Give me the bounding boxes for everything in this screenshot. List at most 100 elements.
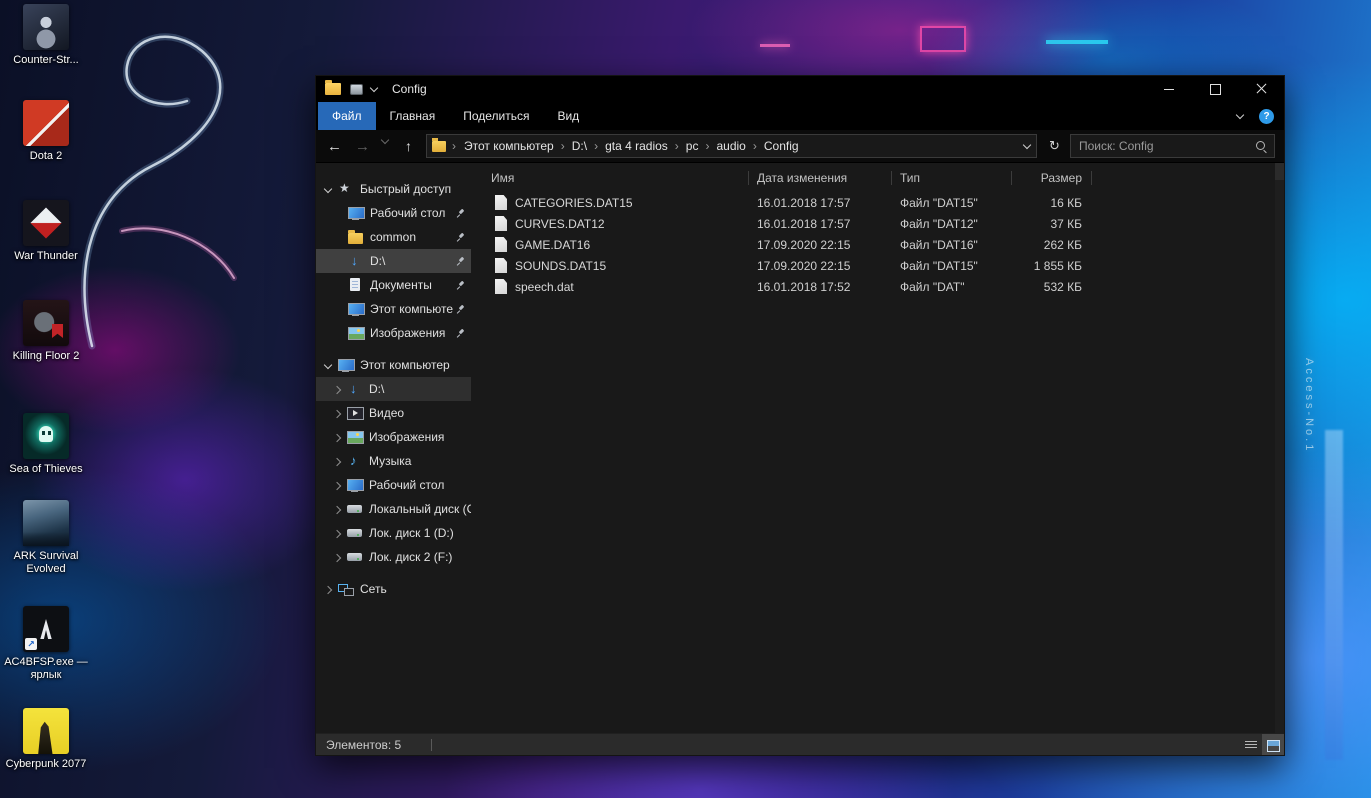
- quick-access-toolbar-icon[interactable]: [350, 83, 363, 95]
- desktop-icon[interactable]: Sea of Thieves: [2, 413, 90, 476]
- sidebar-item[interactable]: Локальный диск (C: [316, 497, 471, 521]
- sidebar-item[interactable]: Рабочий стол: [316, 201, 471, 225]
- address-dropdown-chevron-icon[interactable]: [1020, 139, 1034, 153]
- desktop-icon[interactable]: ARK Survival Evolved: [2, 500, 90, 576]
- address-bar[interactable]: Этот компьютер D:\ gta 4 radios pc audio…: [426, 134, 1037, 158]
- forward-button[interactable]: [350, 134, 375, 159]
- maximize-button[interactable]: [1192, 76, 1238, 102]
- file-row[interactable]: CURVES.DAT12 16.01.2018 17:57 Файл "DAT1…: [471, 213, 1275, 234]
- wallpaper-sign-text: Access-No.1: [1303, 358, 1315, 454]
- sidebar-item[interactable]: Изображения: [316, 321, 471, 345]
- desktop-icon[interactable]: Killing Floor 2: [2, 300, 90, 363]
- folder-icon: [325, 80, 341, 95]
- sidebar-item[interactable]: Рабочий стол: [316, 473, 471, 497]
- sidebar-item-label: Документы: [370, 278, 432, 292]
- wallpaper-neon-art-icon: [81, 33, 237, 350]
- up-button[interactable]: [396, 134, 421, 159]
- file-date: 17.09.2020 22:15: [757, 237, 851, 252]
- status-bar: Элементов: 5: [316, 733, 1284, 755]
- column-header[interactable]: Размер: [1012, 166, 1092, 190]
- scrollbar[interactable]: [1275, 163, 1284, 733]
- sidebar-item[interactable]: D:\: [316, 249, 471, 273]
- desktop-icon[interactable]: Cyberpunk 2077: [2, 708, 90, 771]
- sidebar-item[interactable]: Быстрый доступ: [316, 177, 471, 201]
- sidebar-item[interactable]: Этот компьютер: [316, 353, 471, 377]
- pin-icon: [457, 304, 466, 315]
- expand-chevron-icon[interactable]: [331, 431, 344, 444]
- expand-chevron-icon[interactable]: [331, 383, 344, 396]
- title-bar[interactable]: Config: [316, 76, 1284, 102]
- file-icon: [495, 258, 507, 273]
- file-size: 37 КБ: [1050, 216, 1082, 231]
- ribbon-tab[interactable]: Вид: [543, 102, 593, 130]
- expand-chevron-icon[interactable]: [331, 407, 344, 420]
- sidebar-item-label: Изображения: [370, 326, 446, 340]
- sidebar-item-icon: [347, 550, 362, 564]
- file-row[interactable]: SOUNDS.DAT15 17.09.2020 22:15 Файл "DAT1…: [471, 255, 1275, 276]
- breadcrumb-item[interactable]: Config: [760, 139, 803, 153]
- expand-chevron-icon[interactable]: [331, 503, 344, 516]
- breadcrumb-item[interactable]: D:\: [568, 139, 601, 153]
- expand-chevron-icon[interactable]: [331, 527, 344, 540]
- sidebar-item[interactable]: Лок. диск 1 (D:): [316, 521, 471, 545]
- sidebar-item[interactable]: Этот компьютер: [316, 297, 471, 321]
- refresh-icon[interactable]: [1042, 134, 1067, 159]
- file-row[interactable]: speech.dat 16.01.2018 17:52 Файл "DAT" 5…: [471, 276, 1275, 297]
- window-title: Config: [392, 82, 427, 96]
- sidebar-item[interactable]: Сеть: [316, 577, 471, 601]
- sidebar-item[interactable]: Изображения: [316, 425, 471, 449]
- view-toggle-buttons: [1240, 734, 1284, 755]
- desktop-icon[interactable]: War Thunder: [2, 200, 90, 263]
- toolbar-dropdown-chevron-icon[interactable]: [367, 82, 381, 96]
- desktop-icon[interactable]: AC4BFSP.exe — ярлык: [2, 606, 90, 682]
- breadcrumb-item[interactable]: Этот компьютер: [460, 139, 568, 153]
- sidebar-item-label: Рабочий стол: [369, 478, 445, 492]
- column-header[interactable]: Тип: [892, 166, 1012, 190]
- help-icon[interactable]: [1259, 108, 1274, 124]
- ribbon-tab[interactable]: Файл: [318, 102, 376, 130]
- desktop-icon-image: [23, 200, 69, 246]
- desktop-icon-label: Killing Floor 2: [12, 350, 80, 362]
- minimize-button[interactable]: [1146, 76, 1192, 102]
- sidebar-item[interactable]: Документы: [316, 273, 471, 297]
- search-icon[interactable]: [1256, 141, 1267, 152]
- column-header[interactable]: Имя: [471, 166, 749, 190]
- breadcrumb-item[interactable]: audio: [712, 139, 759, 153]
- pin-icon: [457, 208, 466, 219]
- close-button[interactable]: [1238, 76, 1284, 102]
- ribbon-tab[interactable]: Главная: [376, 102, 450, 130]
- desktop-icon-label: Cyberpunk 2077: [5, 758, 87, 770]
- expand-chevron-icon[interactable]: [331, 455, 344, 468]
- back-button[interactable]: [322, 134, 347, 159]
- sidebar-item[interactable]: common: [316, 225, 471, 249]
- sidebar-item-icon: [347, 502, 362, 516]
- file-row[interactable]: GAME.DAT16 17.09.2020 22:15 Файл "DAT16"…: [471, 234, 1275, 255]
- file-row[interactable]: CATEGORIES.DAT15 16.01.2018 17:57 Файл "…: [471, 192, 1275, 213]
- desktop-icon[interactable]: Counter-Str...: [2, 4, 90, 67]
- wallpaper-neon-sign: [760, 44, 790, 47]
- breadcrumb-item[interactable]: pc: [682, 139, 713, 153]
- expand-chevron-icon[interactable]: [322, 183, 335, 196]
- breadcrumb-item[interactable]: gta 4 radios: [601, 139, 682, 153]
- sidebar-item-icon: [347, 406, 364, 420]
- pin-icon: [457, 256, 466, 267]
- search-input[interactable]: [1071, 139, 1274, 153]
- file-name-cell: SOUNDS.DAT15: [471, 258, 749, 273]
- expand-ribbon-chevron-icon[interactable]: [1233, 109, 1247, 123]
- expand-chevron-icon[interactable]: [331, 479, 344, 492]
- sidebar-item[interactable]: Музыка: [316, 449, 471, 473]
- ribbon-tab[interactable]: Поделиться: [449, 102, 543, 130]
- desktop-icon[interactable]: Dota 2: [2, 100, 90, 163]
- details-view-button[interactable]: [1240, 734, 1262, 755]
- column-header[interactable]: Дата изменения: [749, 166, 892, 190]
- recent-locations-chevron-icon[interactable]: [378, 134, 393, 159]
- sidebar-item[interactable]: Лок. диск 2 (F:): [316, 545, 471, 569]
- sidebar-item[interactable]: D:\: [316, 377, 471, 401]
- expand-chevron-icon[interactable]: [322, 583, 335, 596]
- expand-chevron-icon[interactable]: [322, 359, 335, 372]
- sidebar-item-icon: [348, 326, 365, 340]
- sidebar-item[interactable]: Видео: [316, 401, 471, 425]
- large-icons-view-button[interactable]: [1262, 734, 1284, 755]
- file-name-cell: CURVES.DAT12: [471, 216, 749, 231]
- expand-chevron-icon[interactable]: [331, 551, 344, 564]
